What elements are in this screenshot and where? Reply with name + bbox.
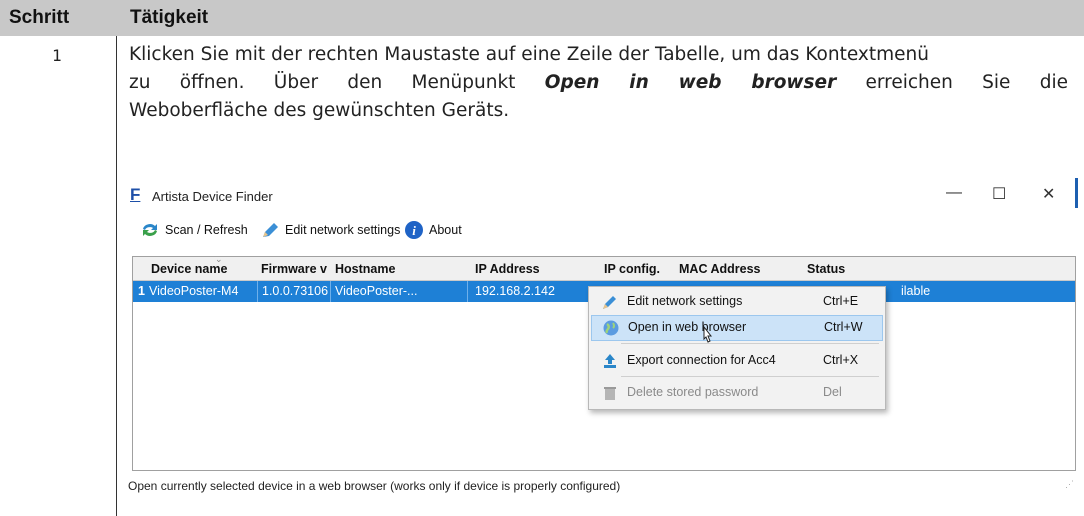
refresh-icon — [143, 224, 157, 236]
cell-firmware: 1.0.0.73106 — [262, 284, 329, 298]
column-firmware[interactable]: Firmware v — [261, 262, 327, 276]
column-ip-address[interactable]: IP Address — [475, 262, 540, 276]
about-label: About — [429, 223, 462, 237]
cell-device-name: VideoPoster-M4 — [149, 284, 239, 298]
menu-item-label: Delete stored password — [627, 385, 759, 399]
menu-item-open-in-web-browser[interactable]: Open in web browser Ctrl+W — [591, 315, 883, 343]
step-description: Klicken Sie mit der rechten Maustaste au… — [129, 41, 1068, 125]
menu-separator — [621, 376, 879, 377]
column-status[interactable]: Status — [807, 262, 845, 276]
menu-item-delete-stored-password[interactable]: Delete stored password Del — [591, 381, 881, 405]
about-button[interactable]: i About — [404, 220, 462, 240]
column-ip-config[interactable]: IP config. — [604, 262, 660, 276]
cell-ip-address: 192.168.2.142 — [475, 284, 555, 298]
edit-network-settings-button[interactable]: Edit network settings — [260, 220, 400, 240]
cell-hostname: VideoPoster-... — [335, 284, 418, 298]
cell-divider — [257, 281, 258, 302]
column-divider — [116, 36, 117, 516]
cell-status: ilable — [901, 284, 931, 298]
minimize-button[interactable]: — — [946, 184, 962, 202]
app-logo-icon: F — [130, 185, 141, 204]
cell-divider — [330, 281, 331, 302]
column-header-step: Schritt — [9, 7, 70, 28]
info-icon: i — [405, 221, 423, 239]
close-button[interactable]: ✕ — [1042, 184, 1055, 204]
cell-divider — [467, 281, 468, 302]
sort-indicator-icon: ⌄ — [215, 254, 223, 264]
column-header-action: Tätigkeit — [130, 7, 209, 28]
export-icon — [604, 354, 616, 368]
edit-network-settings-label: Edit network settings — [285, 223, 401, 237]
maximize-button[interactable]: ☐ — [992, 184, 1006, 204]
window-edge — [1075, 178, 1078, 208]
svg-text:i: i — [412, 223, 416, 238]
step-number: 1 — [52, 46, 62, 65]
toolbar: Scan / Refresh Edit network settings i A… — [120, 210, 1078, 246]
pencil-icon — [263, 223, 278, 237]
globe-icon — [603, 320, 619, 336]
menu-item-export-connection[interactable]: Export connection for Acc4 Ctrl+X — [591, 349, 881, 373]
menu-item-shortcut: Del — [823, 385, 842, 399]
resize-grip-icon[interactable]: ⋰ — [1065, 479, 1074, 490]
context-menu: Edit network settings Ctrl+E Open in web… — [588, 286, 886, 410]
para-line-3: Weboberfläche des gewünschten Geräts. — [129, 100, 510, 121]
window-title: Artista Device Finder — [152, 189, 273, 204]
scan-refresh-button[interactable]: Scan / Refresh — [140, 220, 248, 240]
pencil-icon — [603, 296, 616, 309]
para-line-2-end: erreichen Sie die — [865, 72, 1069, 93]
menu-item-label: Edit network settings — [627, 294, 743, 308]
status-bar-text: Open currently selected device in a web … — [128, 479, 621, 493]
para-line-2-start: zu öffnen. Über den Menüpunkt — [129, 72, 516, 93]
column-mac-address[interactable]: MAC Address — [679, 262, 761, 276]
menu-item-shortcut: Ctrl+X — [823, 353, 859, 367]
table-header: Schritt Tätigkeit — [0, 0, 1084, 36]
scan-refresh-label: Scan / Refresh — [165, 223, 248, 237]
app-window-screenshot: F Artista Device Finder — ☐ ✕ Scan / Ref… — [120, 178, 1078, 496]
row-index: 1 — [138, 284, 145, 298]
device-table-header: Device name ⌄ Firmware v Hostname IP Add… — [133, 254, 1075, 281]
menu-item-label: Export connection for Acc4 — [627, 353, 776, 367]
menu-item-shortcut: Ctrl+E — [823, 294, 859, 308]
menu-item-shortcut: Ctrl+W — [824, 320, 863, 334]
trash-icon — [604, 387, 616, 400]
menu-separator — [621, 343, 879, 344]
para-line-1: Klicken Sie mit der rechten Maustaste au… — [129, 44, 929, 65]
para-line-2: zu öffnen. Über den Menüpunkt Open in we… — [129, 69, 1068, 97]
column-hostname[interactable]: Hostname — [335, 262, 395, 276]
menu-item-edit-network-settings[interactable]: Edit network settings Ctrl+E — [591, 290, 881, 314]
menu-item-label: Open in web browser — [628, 320, 747, 334]
menu-item-reference: Open in web browser — [544, 72, 837, 93]
